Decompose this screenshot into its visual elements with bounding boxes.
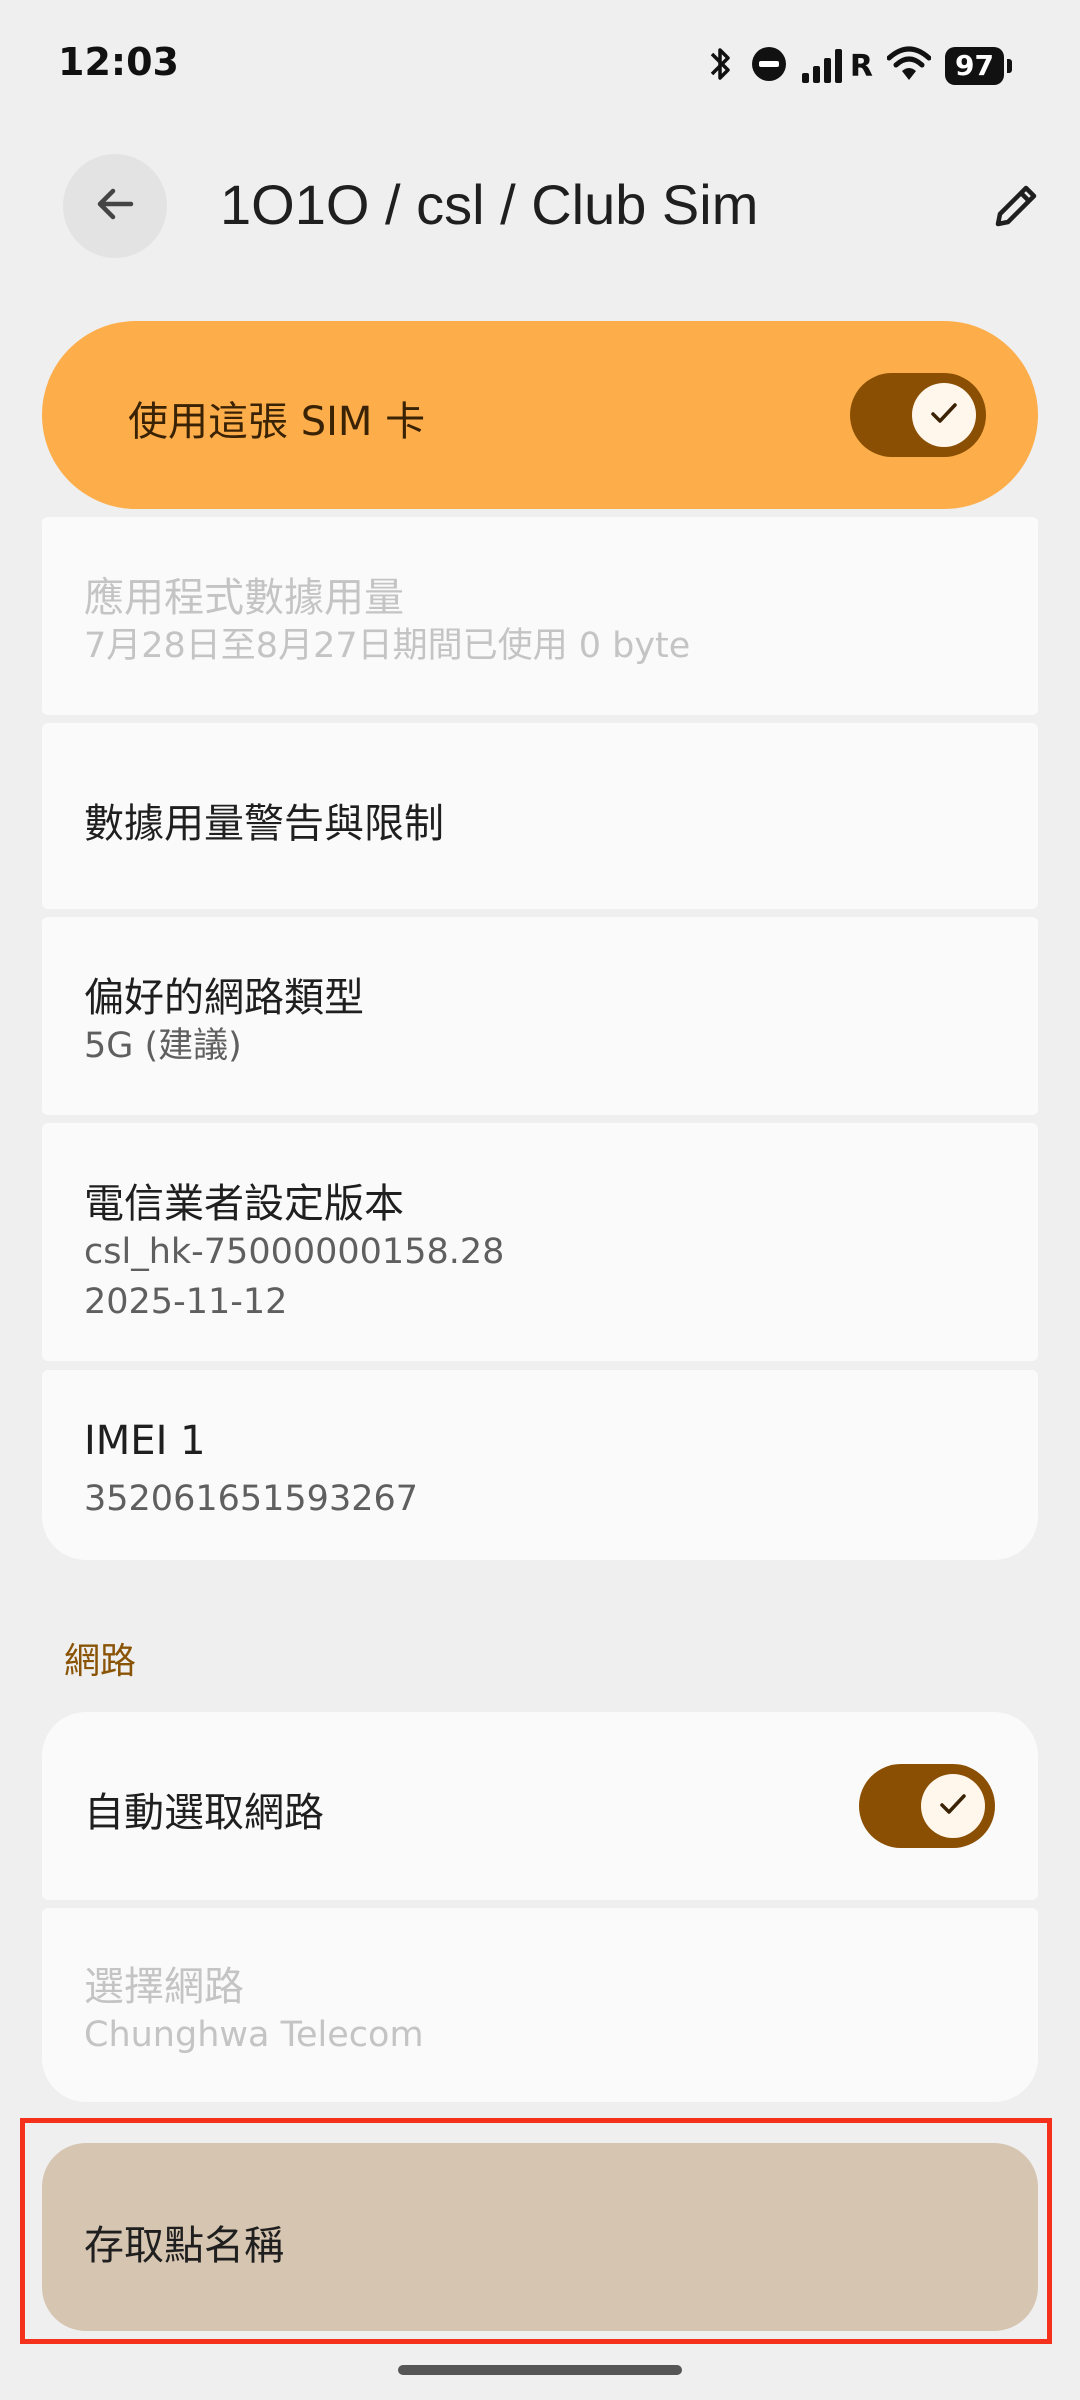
item-title: 電信業者設定版本: [84, 1181, 404, 1227]
section-title-network: 網路: [64, 1641, 137, 1682]
carrier-config-version-item[interactable]: 電信業者設定版本 csl_hk-75000000158.28 2025-11-1…: [42, 1123, 1038, 1361]
status-icons: R 97: [706, 42, 1012, 90]
data-warning-limit-item[interactable]: 數據用量警告與限制: [42, 723, 1038, 909]
item-subtitle: Chunghwa Telecom: [84, 2015, 424, 2055]
wifi-icon: [886, 46, 932, 86]
item-title: 選擇網路: [84, 1964, 244, 2010]
status-time: 12:03: [58, 40, 179, 84]
do-not-disturb-icon: [750, 45, 788, 87]
bluetooth-icon: [706, 44, 736, 88]
page-title: 1O1O / csl / Club Sim: [220, 173, 759, 236]
item-subtitle: csl_hk-75000000158.28: [84, 1232, 505, 1272]
app-bar: 1O1O / csl / Club Sim: [0, 150, 1080, 260]
item-subtitle: 352061651593267: [84, 1479, 419, 1519]
imei-item[interactable]: IMEI 1 352061651593267: [42, 1370, 1038, 1560]
preferred-network-type-item[interactable]: 偏好的網路類型 5G (建議): [42, 917, 1038, 1115]
item-subtitle: 7月28日至8月27日期間已使用 0 byte: [84, 626, 691, 666]
check-icon: [936, 1787, 970, 1825]
use-sim-label: 使用這張 SIM 卡: [128, 399, 426, 445]
auto-select-network-row[interactable]: 自動選取網路: [42, 1712, 1038, 1900]
back-arrow-icon: [91, 180, 139, 232]
roaming-indicator: R: [849, 48, 874, 84]
item-title: IMEI 1: [84, 1418, 206, 1464]
check-icon: [927, 396, 961, 434]
battery-icon: 97: [945, 47, 1012, 85]
item-subtitle-date: 2025-11-12: [84, 1282, 288, 1322]
back-button[interactable]: [63, 154, 167, 258]
select-network-item[interactable]: 選擇網路 Chunghwa Telecom: [42, 1908, 1038, 2102]
use-sim-switch[interactable]: [850, 373, 986, 457]
signal-icon: [801, 49, 846, 83]
switch-knob: [912, 383, 976, 447]
item-title: 應用程式數據用量: [84, 575, 404, 621]
item-subtitle: 5G (建議): [84, 1026, 242, 1066]
status-bar: 12:03 R 97: [0, 0, 1080, 130]
home-indicator[interactable]: [398, 2365, 682, 2375]
access-point-names-item[interactable]: 存取點名稱: [42, 2143, 1038, 2331]
item-title: 數據用量警告與限制: [84, 801, 444, 847]
switch-knob: [921, 1774, 985, 1838]
apn-label: 存取點名稱: [84, 2223, 284, 2269]
use-sim-toggle-row[interactable]: 使用這張 SIM 卡: [42, 321, 1038, 509]
auto-select-label: 自動選取網路: [84, 1790, 324, 1836]
pencil-icon: [990, 180, 1042, 236]
item-title: 偏好的網路類型: [84, 975, 364, 1021]
auto-select-switch[interactable]: [859, 1764, 995, 1848]
edit-button[interactable]: [980, 172, 1052, 244]
app-data-usage-item[interactable]: 應用程式數據用量 7月28日至8月27日期間已使用 0 byte: [42, 517, 1038, 715]
